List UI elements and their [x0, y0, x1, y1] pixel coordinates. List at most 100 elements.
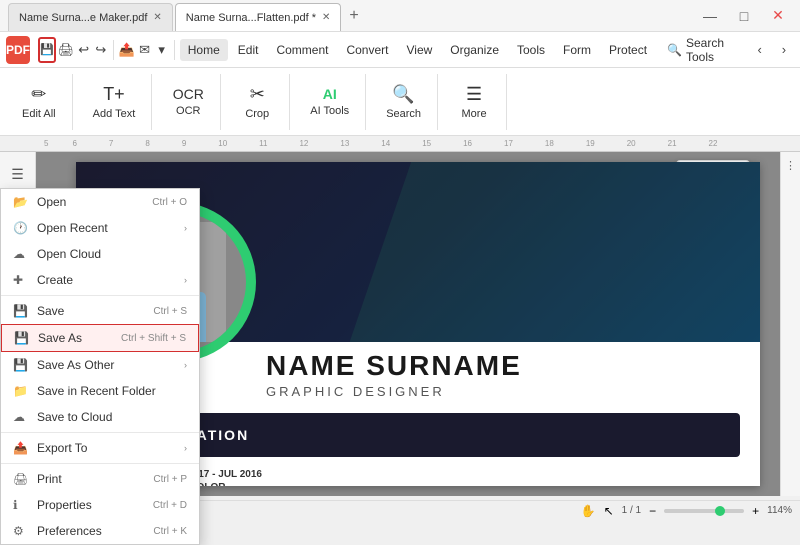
divider-1 — [1, 295, 199, 296]
zoom-in-button[interactable]: + — [752, 504, 759, 518]
menu-item-create[interactable]: ✚ Create › — [1, 267, 199, 293]
save-recent-label: Save in Recent Folder — [37, 384, 156, 398]
right-panel: ⋮ — [780, 152, 800, 496]
print-toolbar-button[interactable]: 🖨 — [58, 37, 75, 63]
export-label: Export To — [37, 441, 87, 455]
ai-tools-button[interactable]: AI AI Tools — [302, 76, 357, 128]
save-as-shortcut: Ctrl + Shift + S — [121, 333, 186, 344]
crop-label: Crop — [245, 108, 269, 120]
menu-item-preferences[interactable]: ⚙ Preferences Ctrl + K — [1, 518, 199, 544]
menu-item-open[interactable]: 📂 Open Ctrl + O — [1, 189, 199, 215]
menu-home[interactable]: Home — [180, 39, 228, 61]
divider-3 — [1, 463, 199, 464]
pdf-person-title: GRAPHIC DESIGNER — [266, 384, 750, 399]
menu-item-save[interactable]: 💾 Save Ctrl + S — [1, 298, 199, 324]
tab-2-close[interactable]: ✕ — [322, 12, 330, 23]
tab-1[interactable]: Name Surna...e Maker.pdf ✕ — [8, 3, 173, 31]
title-bar: Name Surna...e Maker.pdf ✕ Name Surna...… — [0, 0, 800, 32]
save-as-other-icon: 💾 — [13, 358, 29, 372]
ribbon-search-group: 🔍 Search — [370, 74, 438, 130]
menu-item-export[interactable]: 📤 Export To › — [1, 435, 199, 461]
menu-edit[interactable]: Edit — [230, 39, 267, 61]
menu-item-open-cloud[interactable]: ☁ Open Cloud — [1, 241, 199, 267]
search-tools-label: Search Tools — [686, 36, 736, 64]
menu-item-open-recent[interactable]: 🕐 Open Recent › — [1, 215, 199, 241]
hand-tool-button[interactable]: ✋ — [581, 504, 596, 518]
ribbon-ocr-group: OCR OCR — [156, 74, 221, 130]
save-toolbar-button[interactable]: 💾 — [38, 37, 56, 63]
menu-form[interactable]: Form — [555, 39, 599, 61]
entry-1-date: LOREM // MAY 2017 - JUL 2016 — [116, 469, 740, 480]
menu-item-save-recent[interactable]: 📁 Save in Recent Folder — [1, 378, 199, 404]
properties-icon: ℹ — [13, 498, 29, 512]
share-button[interactable]: 📤 — [119, 37, 135, 63]
edit-all-button[interactable]: ✏ Edit All — [14, 76, 64, 128]
new-tab-button[interactable]: + — [343, 7, 364, 25]
ocr-button[interactable]: OCR OCR — [164, 76, 212, 128]
dropdown-arrow-btn[interactable]: ▾ — [154, 37, 169, 63]
menu-tools[interactable]: Tools — [509, 39, 553, 61]
save-as-other-arrow: › — [184, 360, 187, 370]
ai-tools-label: AI Tools — [310, 105, 349, 117]
open-label: Open — [37, 195, 66, 209]
search-button[interactable]: 🔍 Search — [378, 76, 429, 128]
nav-back-button[interactable]: ‹ — [750, 37, 770, 63]
search-ribbon-icon: 🔍 — [392, 84, 414, 105]
right-panel-icon-1[interactable]: ⋮ — [782, 156, 800, 174]
menu-item-save-cloud[interactable]: ☁ Save to Cloud — [1, 404, 199, 430]
separator-2 — [174, 40, 175, 60]
more-button[interactable]: ☰ More — [450, 76, 498, 128]
menu-view[interactable]: View — [399, 39, 441, 61]
more-icon: ☰ — [466, 84, 482, 105]
zoom-slider[interactable] — [664, 509, 744, 513]
tab-2-label: Name Surna...Flatten.pdf * — [186, 12, 316, 24]
create-icon: ✚ — [13, 273, 29, 287]
minimize-button[interactable]: — — [696, 7, 724, 25]
zoom-level: 114% — [767, 505, 792, 516]
menu-item-save-as-other[interactable]: 💾 Save As Other › — [1, 352, 199, 378]
menu-protect[interactable]: Protect — [601, 39, 655, 61]
divider-2 — [1, 432, 199, 433]
email-button[interactable]: ✉ — [137, 37, 152, 63]
menu-item-save-as[interactable]: 💾 Save As Ctrl + Shift + S — [1, 324, 199, 352]
search-icon: 🔍 — [667, 43, 682, 57]
crop-button[interactable]: ✂ Crop — [233, 76, 281, 128]
search-tools-button[interactable]: 🔍 Search Tools — [657, 32, 746, 68]
menu-item-print[interactable]: 🖨 Print Ctrl + P — [1, 466, 199, 492]
window-controls: — □ ✕ — [696, 7, 792, 25]
open-recent-arrow: › — [184, 223, 187, 233]
export-arrow: › — [184, 443, 187, 453]
create-arrow: › — [184, 275, 187, 285]
undo-button[interactable]: ↩ — [76, 37, 91, 63]
ocr-label: OCR — [176, 105, 200, 117]
more-label: More — [462, 108, 487, 120]
close-button[interactable]: ✕ — [764, 7, 792, 25]
ribbon-edit-group: ✏ Edit All — [6, 74, 73, 130]
entry-1-text: LOREM // MAY 2017 - JUL 2016 LOREM IPSUM… — [116, 469, 740, 486]
tab-2[interactable]: Name Surna...Flatten.pdf * ✕ — [175, 3, 342, 31]
redo-button[interactable]: ↪ — [93, 37, 108, 63]
menu-item-properties[interactable]: ℹ Properties Ctrl + D — [1, 492, 199, 518]
zoom-thumb — [715, 506, 725, 516]
save-as-label: Save As — [38, 331, 82, 345]
zoom-out-button[interactable]: − — [649, 504, 656, 518]
edit-icon: ✏ — [31, 84, 46, 105]
menu-organize[interactable]: Organize — [442, 39, 507, 61]
cursor-tool-button[interactable]: ↖ — [604, 504, 614, 518]
nav-forward-button[interactable]: › — [774, 37, 794, 63]
ocr-icon: OCR — [173, 86, 204, 102]
open-shortcut: Ctrl + O — [152, 197, 187, 208]
ribbon-add-text-group: T+ Add Text — [77, 74, 153, 130]
menu-comment[interactable]: Comment — [268, 39, 336, 61]
menu-convert[interactable]: Convert — [338, 39, 396, 61]
maximize-button[interactable]: □ — [730, 7, 758, 25]
ribbon-more-group: ☰ More — [442, 74, 507, 130]
tab-1-close[interactable]: ✕ — [153, 12, 161, 23]
export-icon: 📤 — [13, 441, 29, 455]
print-icon: 🖨 — [13, 472, 29, 486]
preferences-label: Preferences — [37, 524, 102, 538]
page-indicator: 1 / 1 — [622, 505, 641, 516]
sidebar-page-icon[interactable]: ☰ — [4, 160, 32, 188]
add-text-button[interactable]: T+ Add Text — [85, 76, 144, 128]
main-area: ☰ 🔖 💬 🔍 ? ⊞ Deskew AI A — [0, 152, 800, 496]
